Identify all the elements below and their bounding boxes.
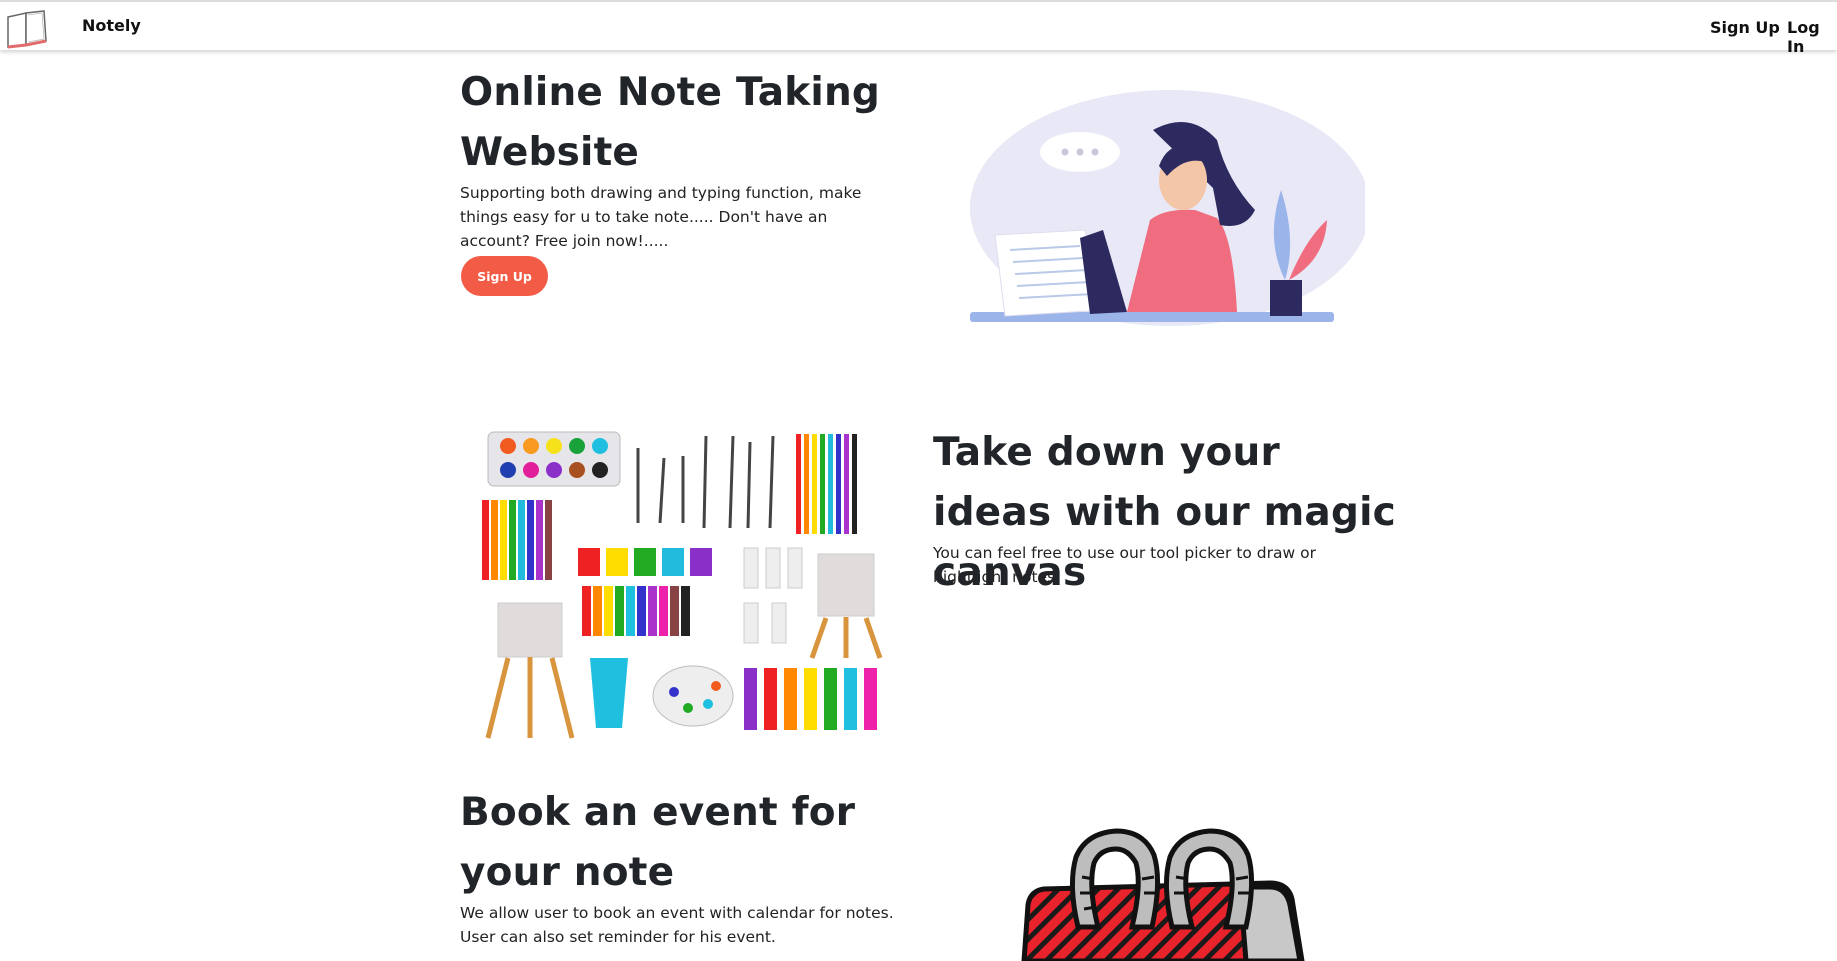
nav-signup-link[interactable]: Sign Up (1710, 18, 1780, 37)
navbar: Notely Sign Up Log In (0, 0, 1837, 56)
event-section-description: We allow user to book an event with cale… (460, 904, 894, 946)
hero-description: Supporting both drawing and typing funct… (460, 184, 862, 250)
hero-signup-button[interactable]: Sign Up (461, 256, 548, 296)
woman-at-laptop-illustration (970, 90, 1365, 326)
event-section-title: Book an event for your note (460, 790, 856, 895)
nav-login-link[interactable]: Log In (1787, 18, 1837, 56)
hero-title: Online Note Taking Website (460, 70, 881, 175)
canvas-section-description: You can feel free to use our tool picker… (933, 544, 1316, 586)
brand-name[interactable]: Notely (82, 16, 141, 35)
open-book-icon[interactable] (4, 7, 50, 49)
art-supplies-illustration (482, 431, 883, 739)
calendar-illustration (1021, 828, 1305, 961)
